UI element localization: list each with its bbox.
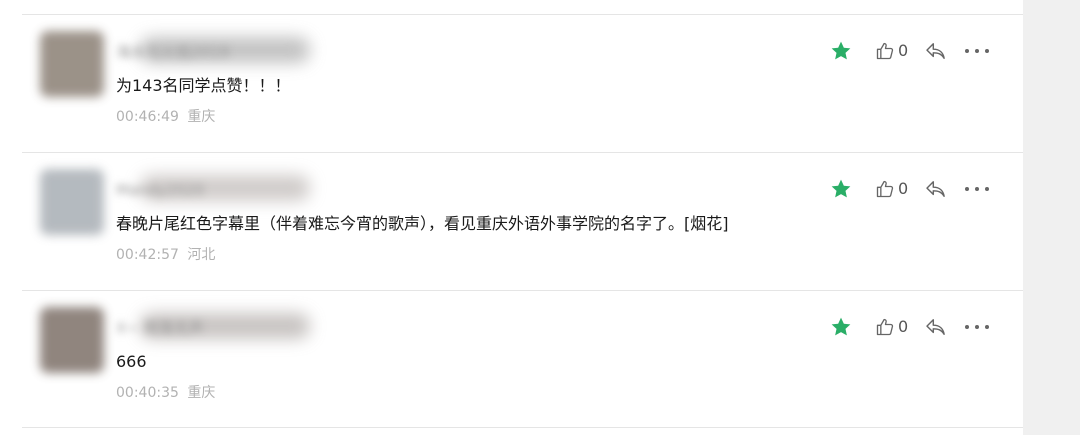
comment-text: 春晚片尾红色字幕里（伴着难忘今宵的歌声），看见重庆外语外事学院的名字了。[烟花] [116,214,729,233]
comment-meta: 00:40:35 重庆 [116,383,215,403]
nickname[interactable]: 海水与火焰2019 [116,41,306,63]
thumbs-up-icon[interactable] [875,179,895,199]
comment-item: 海水与火焰2019 为143名同学点赞！！！ 00:46:49 重庆 0 [0,15,1023,152]
thumbs-up-icon[interactable] [875,41,895,61]
comment-time: 00:40:35 [116,385,179,401]
star-icon[interactable] [830,316,852,338]
more-icon[interactable] [964,48,990,54]
nickname[interactable]: Mandy2020 [116,179,306,201]
star-icon[interactable] [830,178,852,200]
comment-location: 重庆 [187,109,216,125]
like-count: 0 [898,317,909,336]
more-icon[interactable] [964,324,990,330]
like-count: 0 [898,41,909,60]
comment-meta: 00:46:49 重庆 [116,107,215,127]
comment-item: X~ 雨落无声 666 00:40:35 重庆 0 [0,291,1023,428]
comment-time: 00:42:57 [116,247,179,263]
more-icon[interactable] [964,186,990,192]
nickname[interactable]: X~ 雨落无声 [116,317,306,339]
comment-list: 海水与火焰2019 为143名同学点赞！！！ 00:46:49 重庆 0 Man… [0,0,1023,435]
reply-icon[interactable] [925,318,947,336]
avatar[interactable] [40,307,104,373]
reply-icon[interactable] [925,180,947,198]
comment-meta: 00:42:57 河北 [116,245,215,265]
comment-text: 666 [116,352,147,371]
comment-text: 为143名同学点赞！！！ [116,76,291,95]
right-margin [1023,0,1080,435]
like-count: 0 [898,179,909,198]
comment-actions: 0 [826,177,996,201]
comment-item: Mandy2020 春晚片尾红色字幕里（伴着难忘今宵的歌声），看见重庆外语外事学… [0,153,1023,290]
avatar[interactable] [40,169,104,235]
comment-location: 河北 [187,247,216,263]
comment-location: 重庆 [187,385,216,401]
comment-time: 00:46:49 [116,109,179,125]
comment-actions: 0 [826,39,996,63]
comment-actions: 0 [826,315,996,339]
divider [22,427,1023,428]
star-icon[interactable] [830,40,852,62]
reply-icon[interactable] [925,42,947,60]
thumbs-up-icon[interactable] [875,317,895,337]
avatar[interactable] [40,31,104,97]
